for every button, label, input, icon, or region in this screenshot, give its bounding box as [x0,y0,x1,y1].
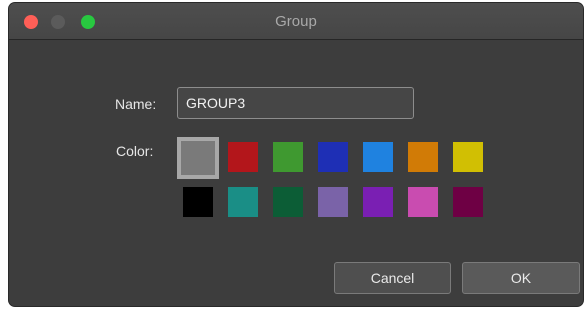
color-swatch-lavender[interactable] [318,187,348,217]
color-swatch-green[interactable] [273,142,303,172]
color-label: Color: [116,143,154,159]
color-swatch-yellow[interactable] [453,142,483,172]
name-label: Name: [115,96,157,112]
window-title: Group [275,13,317,30]
color-swatch-red[interactable] [228,142,258,172]
color-swatch-maroon[interactable] [453,187,483,217]
ok-button[interactable]: OK [462,262,580,294]
color-swatch-black[interactable] [183,187,213,217]
color-swatch-gray-selected[interactable] [177,137,219,179]
cancel-button[interactable]: Cancel [334,262,451,294]
color-swatch-purple[interactable] [363,187,393,217]
color-swatch-dark-green[interactable] [273,187,303,217]
color-swatch-teal[interactable] [228,187,258,217]
color-swatch-orange[interactable] [408,142,438,172]
color-swatch-blue[interactable] [318,142,348,172]
name-field[interactable] [177,87,414,119]
group-dialog: Group Name: Color: Cancel OK [9,3,583,306]
titlebar: Group [9,3,583,40]
color-swatch-pink[interactable] [408,187,438,217]
color-swatch-sky-blue[interactable] [363,142,393,172]
